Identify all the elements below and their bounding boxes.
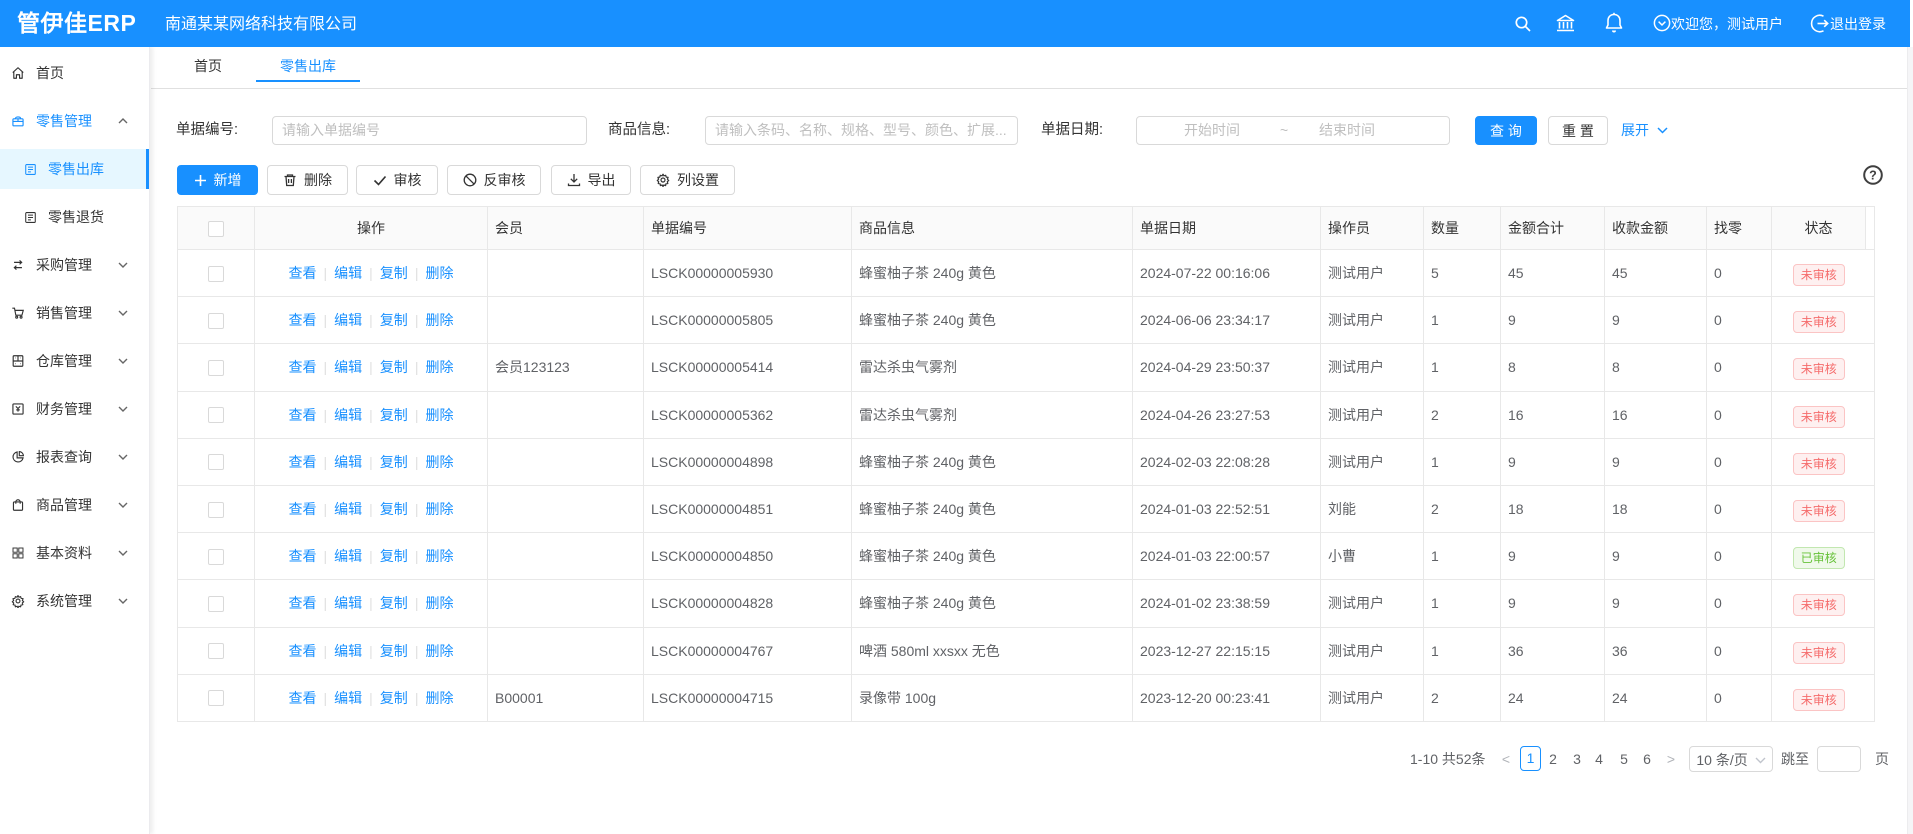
- svg-text:?: ?: [1869, 169, 1877, 183]
